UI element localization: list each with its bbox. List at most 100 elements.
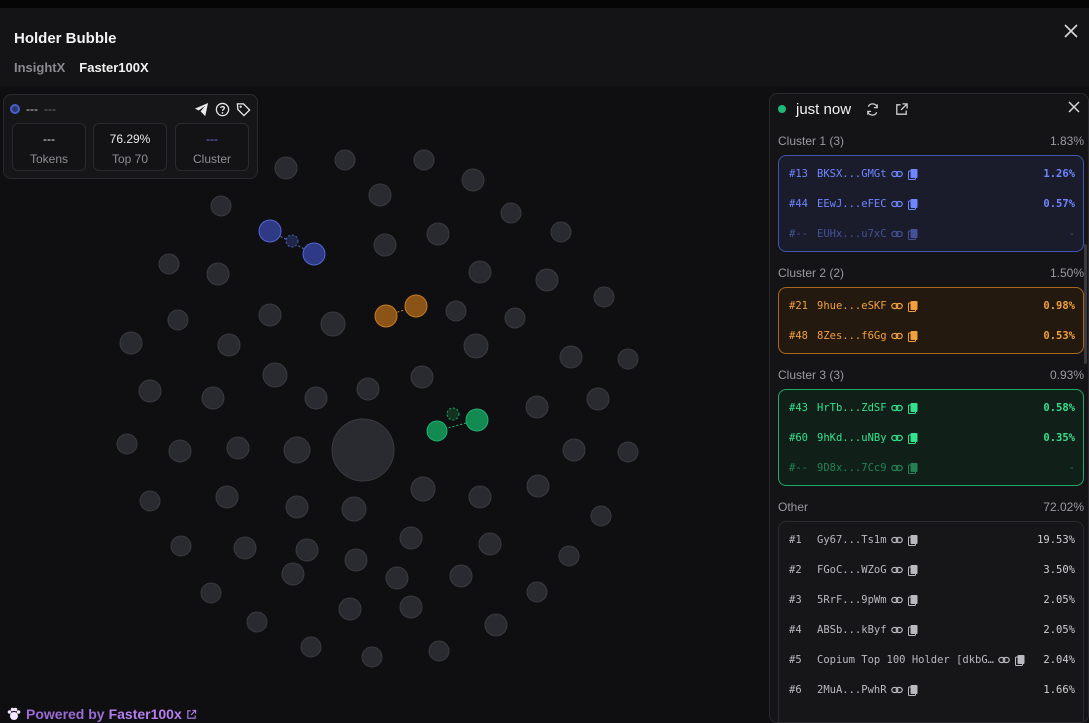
copy-icon[interactable]	[907, 462, 919, 474]
list-item[interactable]: #60 9hKd...uNBy 0.35%	[789, 430, 1075, 446]
holder-bubble[interactable]	[361, 646, 383, 668]
tag-icon[interactable]	[236, 102, 251, 117]
holder-bubble[interactable]	[410, 476, 436, 502]
holder-bubble[interactable]	[593, 286, 615, 308]
holder-bubble[interactable]	[550, 221, 572, 243]
holder-bubble[interactable]	[426, 222, 450, 246]
link-icon[interactable]	[890, 564, 903, 576]
holder-bubble[interactable]	[526, 474, 550, 498]
cluster-1-bubble[interactable]	[302, 242, 326, 266]
holder-bubble[interactable]	[468, 260, 492, 284]
link-icon[interactable]	[890, 168, 903, 180]
holder-bubble[interactable]	[331, 418, 395, 482]
holder-bubble[interactable]	[338, 597, 362, 621]
holder-bubble[interactable]	[201, 386, 225, 410]
holder-bubble[interactable]	[399, 595, 423, 619]
holder-bubble[interactable]	[617, 348, 639, 370]
holder-bubble[interactable]	[274, 156, 298, 180]
link-icon[interactable]	[998, 654, 1010, 666]
copy-icon[interactable]	[907, 168, 919, 180]
holder-address[interactable]: EUHx...u7xC	[817, 228, 887, 240]
link-icon[interactable]	[890, 198, 903, 210]
list-item[interactable]: #-- 9D8x...7Cc9 -	[789, 460, 1075, 476]
holder-bubble[interactable]	[139, 490, 161, 512]
holder-address[interactable]: BKSX...GMGt	[817, 168, 887, 180]
cluster-3-bubble[interactable]	[465, 408, 489, 432]
copy-icon[interactable]	[907, 432, 919, 444]
panel-close-icon[interactable]	[1068, 100, 1080, 118]
link-icon[interactable]	[890, 300, 903, 312]
holder-bubble[interactable]	[233, 536, 257, 560]
list-item[interactable]: #43 HrTb...ZdSF 0.58%	[789, 400, 1075, 416]
external-link-icon[interactable]	[894, 102, 909, 117]
copy-icon[interactable]	[907, 228, 919, 240]
holder-bubble[interactable]	[559, 345, 583, 369]
holder-bubble[interactable]	[341, 496, 367, 522]
list-item[interactable]: #5 Copium Top 100 Holder [dkbG… 2.04%	[789, 652, 1075, 668]
holder-bubble[interactable]	[215, 485, 239, 509]
list-item[interactable]: #44 EEwJ...eFEC 0.57%	[789, 196, 1075, 212]
holder-bubble[interactable]	[558, 545, 580, 567]
holder-address[interactable]: ABSb...kByf	[817, 624, 887, 636]
holder-bubble[interactable]	[167, 309, 189, 331]
holder-address[interactable]: 5RrF...9pWm	[817, 594, 887, 606]
holder-bubble[interactable]	[562, 438, 586, 462]
tab-insightx[interactable]: InsightX	[14, 60, 65, 75]
holder-bubble[interactable]	[586, 387, 610, 411]
holder-bubble[interactable]	[525, 395, 549, 419]
copy-icon[interactable]	[907, 684, 919, 696]
help-icon[interactable]	[215, 102, 230, 117]
holder-bubble[interactable]	[295, 538, 319, 562]
holder-bubble[interactable]	[138, 379, 162, 403]
holder-address[interactable]: 8Zes...f6Gg	[817, 330, 887, 342]
holder-bubble[interactable]	[463, 333, 489, 359]
holder-bubble[interactable]	[210, 195, 232, 217]
holder-bubble[interactable]	[504, 307, 526, 329]
holder-bubble[interactable]	[334, 149, 356, 171]
holder-bubble[interactable]	[500, 202, 522, 224]
copy-icon[interactable]	[907, 534, 919, 546]
copy-icon[interactable]	[1014, 654, 1026, 666]
panel-scrollbar[interactable]	[1084, 244, 1087, 364]
list-item[interactable]: #21 9hue...eSKF 0.98%	[789, 298, 1075, 314]
holder-bubble[interactable]	[320, 311, 346, 337]
copy-icon[interactable]	[907, 330, 919, 342]
holder-bubble[interactable]	[206, 262, 230, 286]
holder-bubble[interactable]	[258, 303, 282, 327]
close-icon[interactable]	[1061, 22, 1081, 42]
holder-bubble[interactable]	[158, 253, 180, 275]
holder-address[interactable]: Gy67...Ts1m	[817, 534, 887, 546]
holder-bubble[interactable]	[170, 535, 192, 557]
copy-icon[interactable]	[907, 300, 919, 312]
holder-address[interactable]: EEwJ...eFEC	[817, 198, 887, 210]
brand-link[interactable]: Faster100x	[109, 706, 182, 722]
holder-bubble[interactable]	[461, 168, 485, 192]
list-item[interactable]: #48 8Zes...f6Gg 0.53%	[789, 328, 1075, 344]
holder-bubble[interactable]	[344, 548, 368, 572]
copy-icon[interactable]	[907, 402, 919, 414]
holder-address[interactable]: 2MuA...PwhR	[817, 684, 887, 696]
holder-bubble[interactable]	[116, 433, 138, 455]
copy-icon[interactable]	[907, 594, 919, 606]
holder-address[interactable]: FGoC...WZoG	[817, 564, 887, 576]
holder-bubble[interactable]	[304, 386, 328, 410]
link-icon[interactable]	[890, 684, 903, 696]
tab-faster100x[interactable]: Faster100X	[79, 60, 148, 75]
link-icon[interactable]	[890, 330, 903, 342]
cluster-2-bubble[interactable]	[404, 294, 428, 318]
holder-bubble[interactable]	[535, 268, 559, 292]
holder-bubble[interactable]	[468, 485, 492, 509]
holder-address[interactable]: 9hKd...uNBy	[817, 432, 887, 444]
holder-bubble[interactable]	[168, 439, 192, 463]
holder-bubble[interactable]	[617, 441, 639, 463]
list-item[interactable]: #3 5RrF...9pWm 2.05%	[789, 592, 1075, 608]
telegram-icon[interactable]	[194, 102, 209, 117]
holder-bubble[interactable]	[373, 233, 397, 257]
holder-bubble[interactable]	[226, 436, 250, 460]
link-icon[interactable]	[890, 402, 903, 414]
holder-bubble[interactable]	[428, 640, 450, 662]
holder-bubble[interactable]	[356, 377, 380, 401]
list-item[interactable]: #-- EUHx...u7xC -	[789, 226, 1075, 242]
holder-bubble[interactable]	[526, 581, 548, 603]
copy-icon[interactable]	[907, 564, 919, 576]
